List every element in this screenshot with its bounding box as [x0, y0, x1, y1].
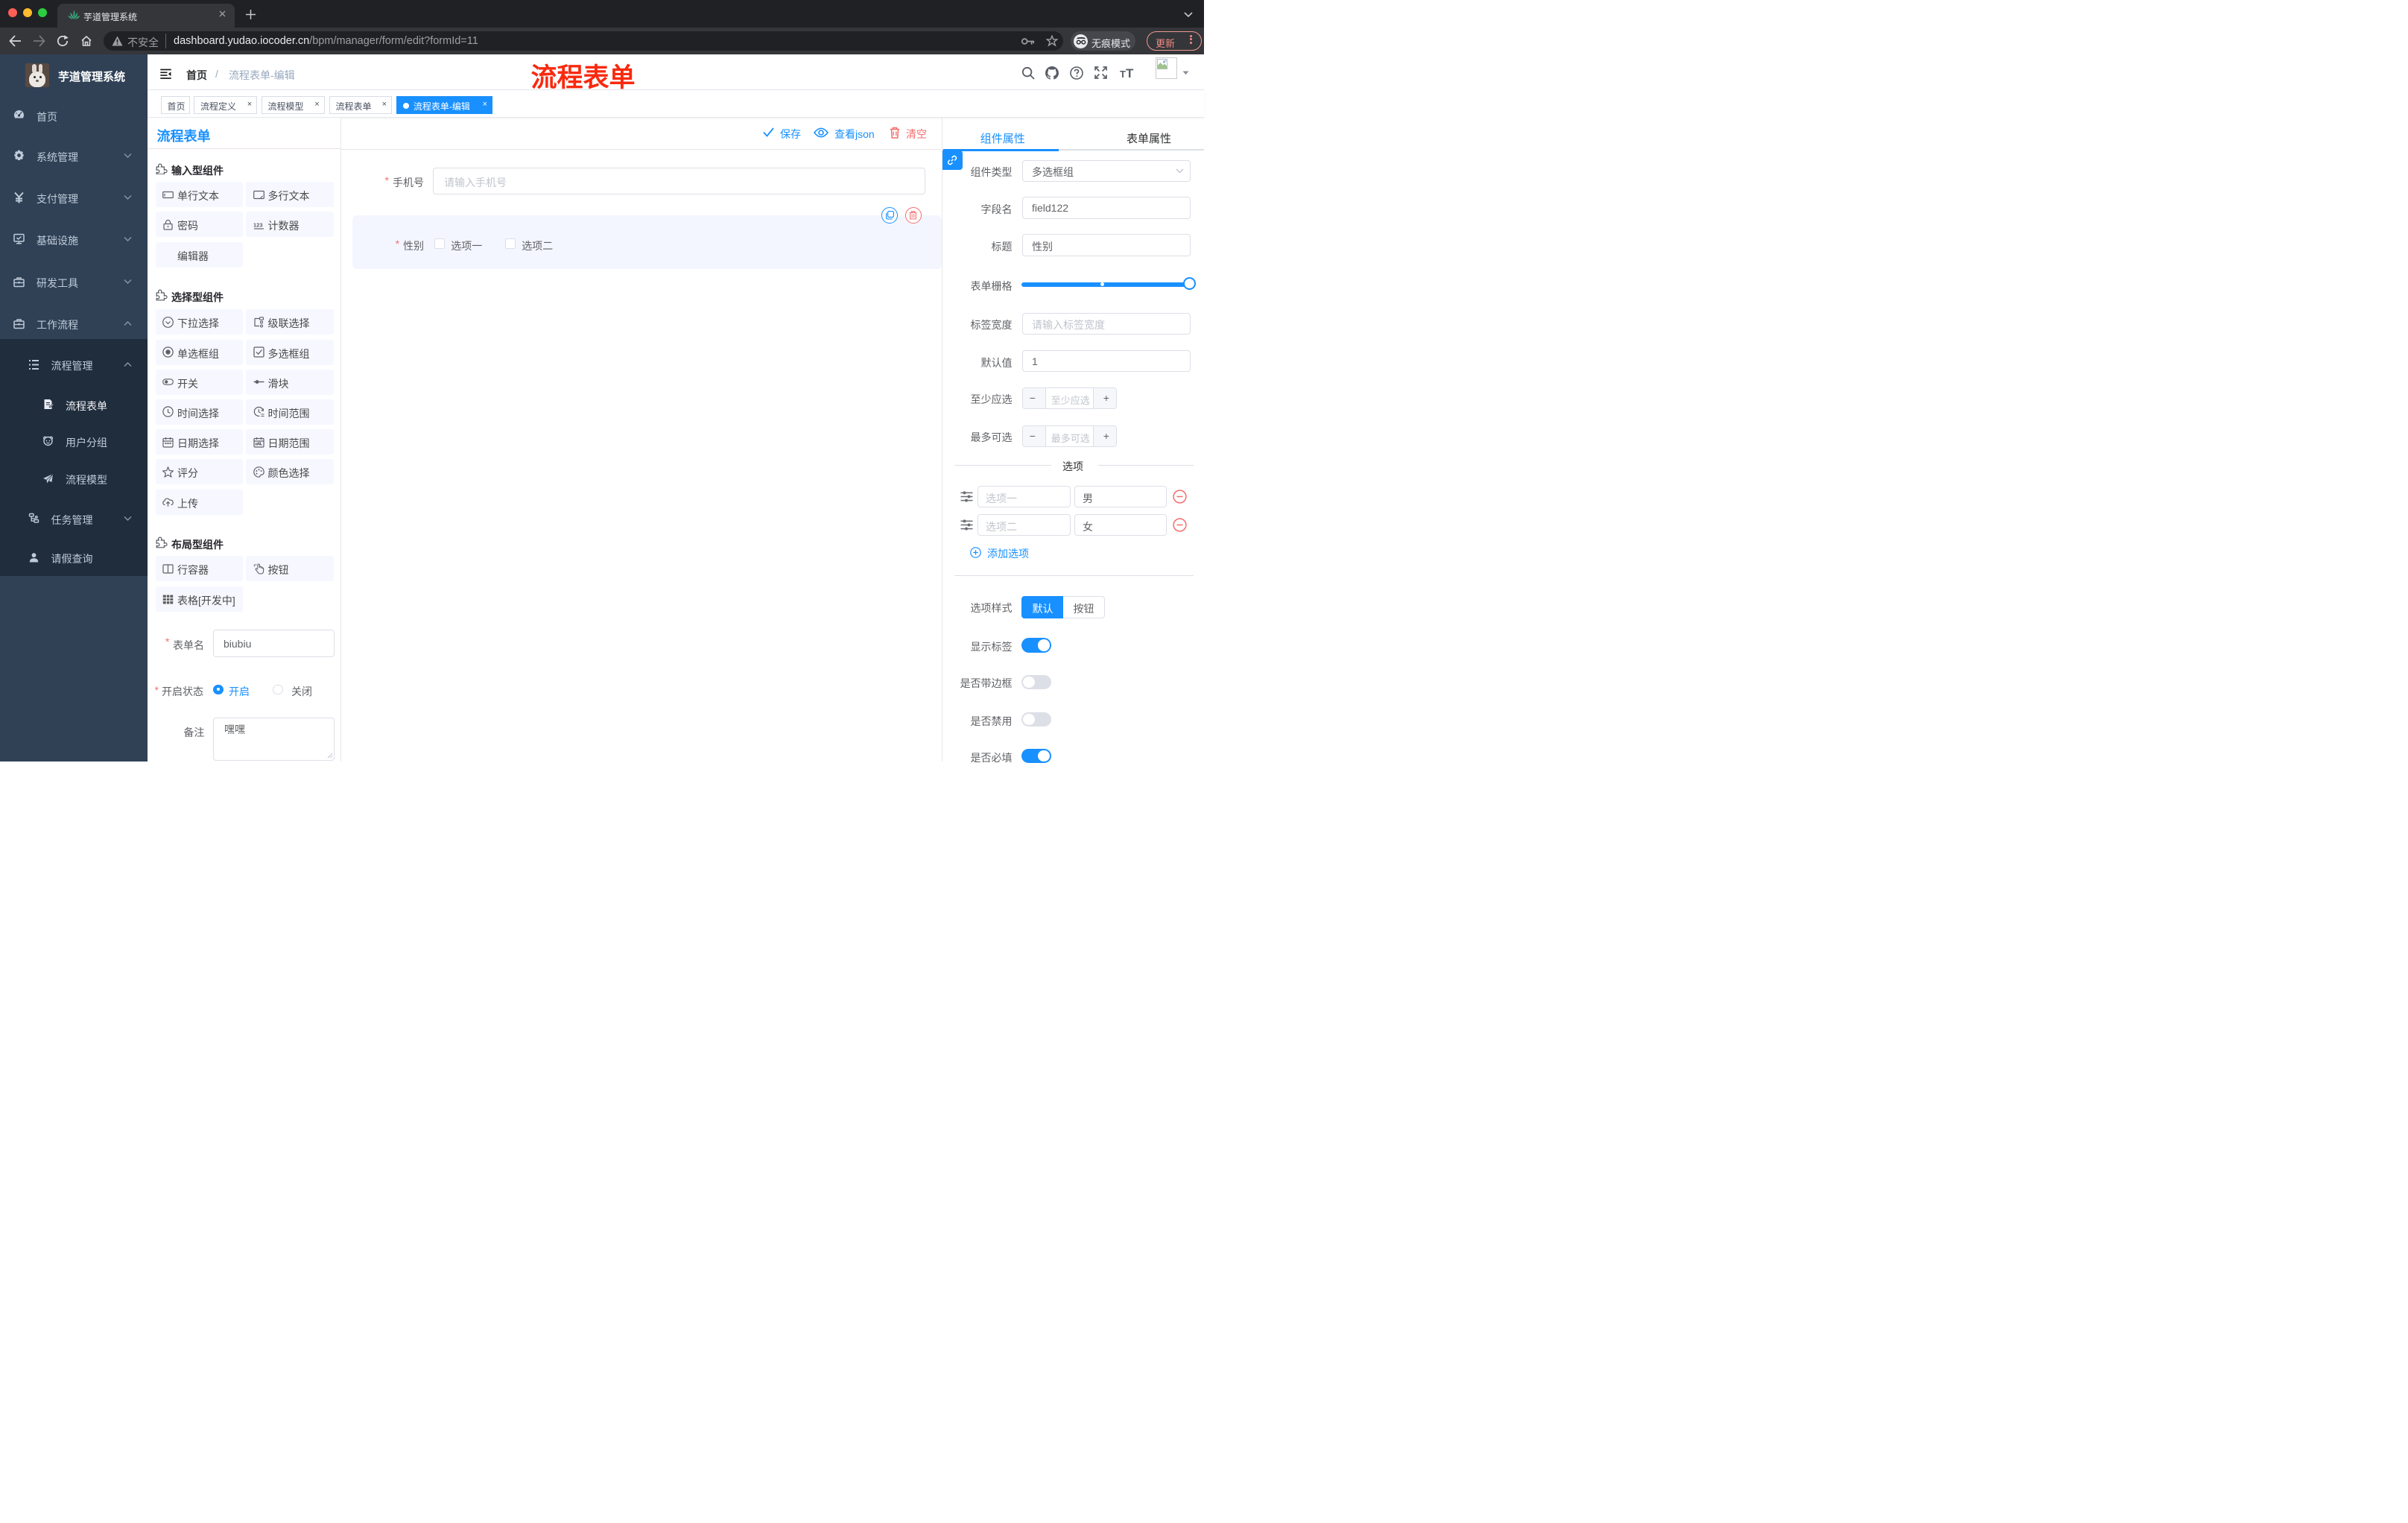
- svg-text:T: T: [1126, 67, 1134, 80]
- svg-text:T: T: [1120, 69, 1126, 80]
- svg-text:123: 123: [253, 221, 263, 228]
